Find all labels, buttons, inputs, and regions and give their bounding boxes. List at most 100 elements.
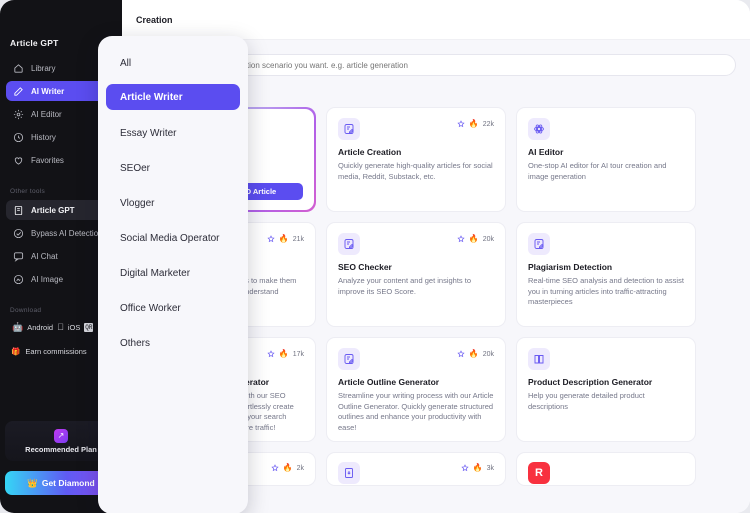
category-item-office-worker[interactable]: Office Worker: [106, 291, 240, 326]
category-item-label: Vlogger: [120, 198, 155, 209]
category-list: All Article Writer Essay Writer SEOer Vl…: [98, 48, 248, 361]
category-item-label: Article Writer: [120, 91, 183, 103]
home-icon: [14, 63, 23, 73]
tool-card[interactable]: Product Description Generator Help you g…: [516, 337, 696, 442]
check-circle-icon: [13, 228, 24, 238]
card-icon-tile: [338, 233, 360, 255]
star-icon[interactable]: [457, 235, 465, 243]
card-meta: 🔥 20k: [457, 233, 494, 243]
chat-icon: [13, 251, 24, 262]
note-down-icon: [345, 468, 353, 478]
top-bar: Creation: [122, 0, 750, 40]
tool-card[interactable]: Plagiarism Detection Real-time SEO analy…: [516, 222, 696, 327]
category-item-label: SEOer: [120, 163, 151, 174]
sidebar-item-label: Library: [31, 63, 56, 73]
document-icon: [14, 205, 23, 215]
sidebar-item-label: AI Image: [31, 274, 64, 284]
category-item-label: Office Worker: [120, 303, 181, 314]
card-meta: 🔥 17k: [267, 348, 304, 358]
flame-icon: 🔥: [278, 234, 289, 243]
card-title: Article Outline Generator: [338, 377, 440, 387]
card-description: Streamline your writing process with our…: [338, 391, 494, 432]
qr-code-icon[interactable]: QR: [84, 322, 94, 332]
card-icon-tile: [338, 462, 360, 484]
card-hot-count: 20k: [482, 350, 494, 358]
card-hot-count: 21k: [292, 235, 304, 243]
tool-card[interactable]: AI Editor One-stop AI editor for AI tour…: [516, 107, 696, 212]
tool-card[interactable]: 🔥 3k: [326, 452, 506, 486]
card-meta: 🔥 21k: [267, 233, 304, 243]
android-label[interactable]: Android: [27, 323, 53, 332]
card-icon-tile: [338, 118, 360, 140]
category-item-label: Social Media Operator: [120, 233, 220, 244]
star-icon[interactable]: [267, 350, 275, 358]
category-item-label: Digital Marketer: [120, 268, 191, 279]
category-item-vlogger[interactable]: Vlogger: [106, 186, 240, 221]
category-item-social-media-operator[interactable]: Social Media Operator: [106, 221, 240, 256]
card-hot-count: 20k: [482, 235, 494, 243]
card-hot-count: 2k: [296, 464, 304, 472]
card-title: Article Creation: [338, 147, 402, 157]
article-edit-icon: [344, 124, 354, 134]
star-icon[interactable]: [457, 350, 465, 358]
clock-icon: [13, 132, 24, 142]
category-item-digital-marketer[interactable]: Digital Marketer: [106, 256, 240, 291]
card-description: One-stop AI editor for AI tour creation …: [528, 161, 667, 181]
category-item-all[interactable]: All: [106, 48, 240, 78]
tool-card[interactable]: R: [516, 452, 696, 486]
flame-icon: 🔥: [472, 463, 483, 472]
atom-gear-icon: [534, 124, 544, 134]
sidebar-item-label: AI Writer: [31, 86, 65, 96]
crown-icon: 👑: [27, 477, 38, 488]
app-window: Article GPT Library AI Writer AI Editor …: [0, 0, 750, 513]
heart-icon: [14, 156, 23, 165]
sidebar-item-label: History: [31, 132, 56, 142]
card-icon-tile: R: [528, 462, 550, 484]
image-icon: [13, 274, 24, 284]
flame-icon: 🔥: [468, 234, 479, 243]
category-item-label: Essay Writer: [120, 128, 177, 139]
tool-card[interactable]: 🔥 22k Article Creation Quickly generate …: [326, 107, 506, 212]
sidebar-item-label: Favorites: [31, 155, 64, 165]
card-hot-count: 3k: [486, 464, 494, 472]
card-title: Product Description Generator: [528, 377, 653, 387]
category-item-label: Others: [120, 338, 151, 349]
card-meta: 🔥 3k: [461, 462, 494, 472]
ios-label[interactable]: iOS: [68, 323, 81, 332]
card-description: Analyze your content and get insights to…: [338, 276, 472, 296]
category-panel: All Article Writer Essay Writer SEOer Vl…: [98, 36, 248, 513]
star-icon[interactable]: [457, 120, 465, 128]
category-item-essay-writer[interactable]: Essay Writer: [106, 116, 240, 151]
book-icon: [534, 355, 544, 364]
category-item-others[interactable]: Others: [106, 326, 240, 361]
gift-icon: 🎁: [11, 346, 21, 356]
card-description: Help you generate detailed product descr…: [528, 391, 645, 411]
sidebar-item-label: AI Editor: [31, 109, 62, 119]
reddit-icon: R: [535, 467, 543, 479]
tool-card[interactable]: 🔥 20k SEO Checker Analyze your content a…: [326, 222, 506, 327]
category-item-seoer[interactable]: SEOer: [106, 151, 240, 186]
card-description: Quickly generate high-quality articles f…: [338, 161, 493, 181]
android-icon[interactable]: 🤖: [12, 322, 23, 332]
card-icon-tile: [338, 348, 360, 370]
flame-icon: 🔥: [278, 349, 289, 358]
article-edit-icon: [534, 239, 544, 249]
sidebar-item-label: AI Chat: [31, 251, 58, 261]
star-icon[interactable]: [271, 464, 279, 472]
category-item-label: All: [120, 57, 132, 69]
card-title: AI Editor: [528, 147, 564, 157]
gear-icon: [13, 109, 24, 119]
apple-icon[interactable]: : [57, 322, 64, 332]
card-icon-tile: [528, 348, 550, 370]
card-icon-tile: [528, 233, 550, 255]
tool-card[interactable]: 🔥 20k Article Outline Generator Streamli…: [326, 337, 506, 442]
card-hot-count: 17k: [292, 350, 304, 358]
star-icon[interactable]: [267, 235, 275, 243]
pencil-icon: [14, 86, 23, 96]
flame-icon: 🔥: [282, 463, 293, 472]
page-title: Creation: [136, 14, 173, 25]
star-icon[interactable]: [461, 464, 469, 472]
sidebar-item-label: Bypass AI Detection: [31, 228, 103, 238]
card-title: SEO Checker: [338, 262, 392, 272]
category-item-article-writer[interactable]: Article Writer: [106, 84, 240, 110]
